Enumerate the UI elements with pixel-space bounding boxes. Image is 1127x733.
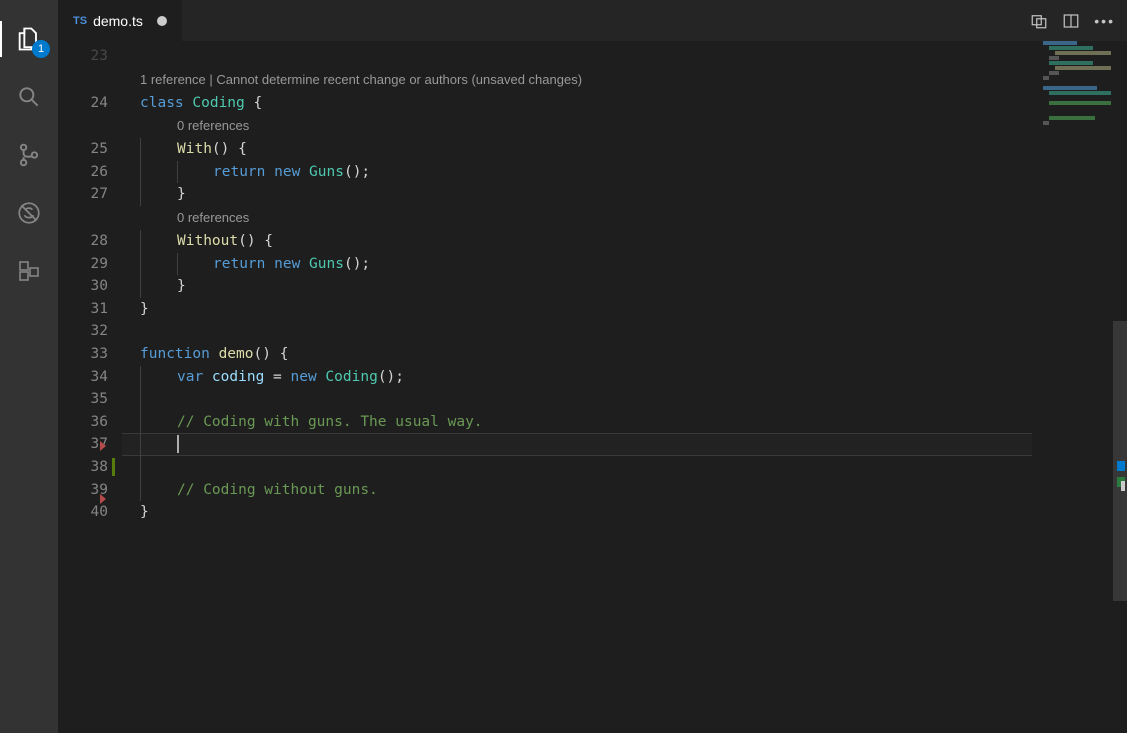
vertical-scrollbar[interactable] <box>1113 41 1127 601</box>
line-number: 32 <box>58 320 122 343</box>
activity-extensions[interactable] <box>0 242 58 300</box>
line-number: 35 <box>58 388 122 411</box>
overview-mark <box>1121 481 1125 491</box>
ts-lang-badge: TS <box>73 15 87 27</box>
code-line <box>122 456 1127 479</box>
line-number: 29 <box>58 253 122 276</box>
code-line-active <box>122 433 1032 456</box>
activity-search[interactable] <box>0 68 58 126</box>
code-line: } <box>122 275 1127 298</box>
code-line: class Coding { <box>122 92 1127 115</box>
code-line: // Coding with guns. The usual way. <box>122 411 1127 434</box>
code-line: } <box>122 501 1127 524</box>
activity-explorer[interactable]: 1 <box>0 10 58 68</box>
code-line: With() { <box>122 138 1127 161</box>
line-number: 27 <box>58 183 122 206</box>
tab-filename: demo.ts <box>93 13 143 29</box>
extensions-icon <box>17 259 41 283</box>
activity-source-control[interactable] <box>0 126 58 184</box>
line-number: 33 <box>58 343 122 366</box>
code-line: function demo() { <box>122 343 1127 366</box>
breakpoint-marker[interactable] <box>100 441 106 451</box>
codelens[interactable]: 0 references <box>177 210 249 225</box>
code-line: // Coding without guns. <box>122 479 1127 502</box>
code-line: return new Guns(); <box>122 253 1127 276</box>
line-number: 30 <box>58 275 122 298</box>
line-number: 26 <box>58 161 122 184</box>
debug-icon <box>16 200 42 226</box>
code-line: } <box>122 298 1127 321</box>
diff-added-marker <box>112 458 115 476</box>
code-line: return new Guns(); <box>122 161 1127 184</box>
editor-toolbar: ••• <box>1018 0 1127 41</box>
line-number: 40 <box>58 501 122 524</box>
code-line: Without() { <box>122 230 1127 253</box>
line-number: 25 <box>58 138 122 161</box>
line-number: 39 <box>58 479 122 502</box>
activity-badge: 1 <box>32 40 50 58</box>
overview-mark <box>1117 461 1125 471</box>
activity-bar: 1 <box>0 0 58 733</box>
line-number-gutter: 23 24 25 26 27 28 29 30 31 32 33 34 35 3… <box>58 41 122 733</box>
split-editor-icon[interactable] <box>1062 12 1080 30</box>
line-number: 23 <box>58 45 122 68</box>
line-number: 36 <box>58 411 122 434</box>
breakpoint-marker[interactable] <box>100 494 106 504</box>
tab-dirty-dot <box>157 16 167 26</box>
source-control-icon <box>16 142 42 168</box>
tab-bar: TS demo.ts ••• <box>58 0 1127 41</box>
code-content[interactable]: 1 reference | Cannot determine recent ch… <box>122 41 1127 733</box>
activity-debug[interactable] <box>0 184 58 242</box>
codelens[interactable]: 0 references <box>177 118 249 133</box>
more-icon[interactable]: ••• <box>1094 13 1115 29</box>
line-number: 28 <box>58 230 122 253</box>
code-line <box>122 388 1127 411</box>
tab-demo-ts[interactable]: TS demo.ts <box>58 0 183 41</box>
editor-area[interactable]: 23 24 25 26 27 28 29 30 31 32 33 34 35 3… <box>58 41 1127 733</box>
line-number: 31 <box>58 298 122 321</box>
search-icon <box>16 84 42 110</box>
code-line: } <box>122 183 1127 206</box>
code-line <box>122 320 1127 343</box>
code-line: var coding = new Coding(); <box>122 366 1127 389</box>
line-number: 24 <box>58 92 122 115</box>
codelens[interactable]: 1 reference | Cannot determine recent ch… <box>140 72 582 87</box>
editor-main: TS demo.ts ••• 23 24 <box>58 0 1127 733</box>
text-cursor <box>177 435 179 453</box>
line-number: 34 <box>58 366 122 389</box>
compare-icon[interactable] <box>1030 12 1048 30</box>
line-number: 37 <box>58 433 122 456</box>
